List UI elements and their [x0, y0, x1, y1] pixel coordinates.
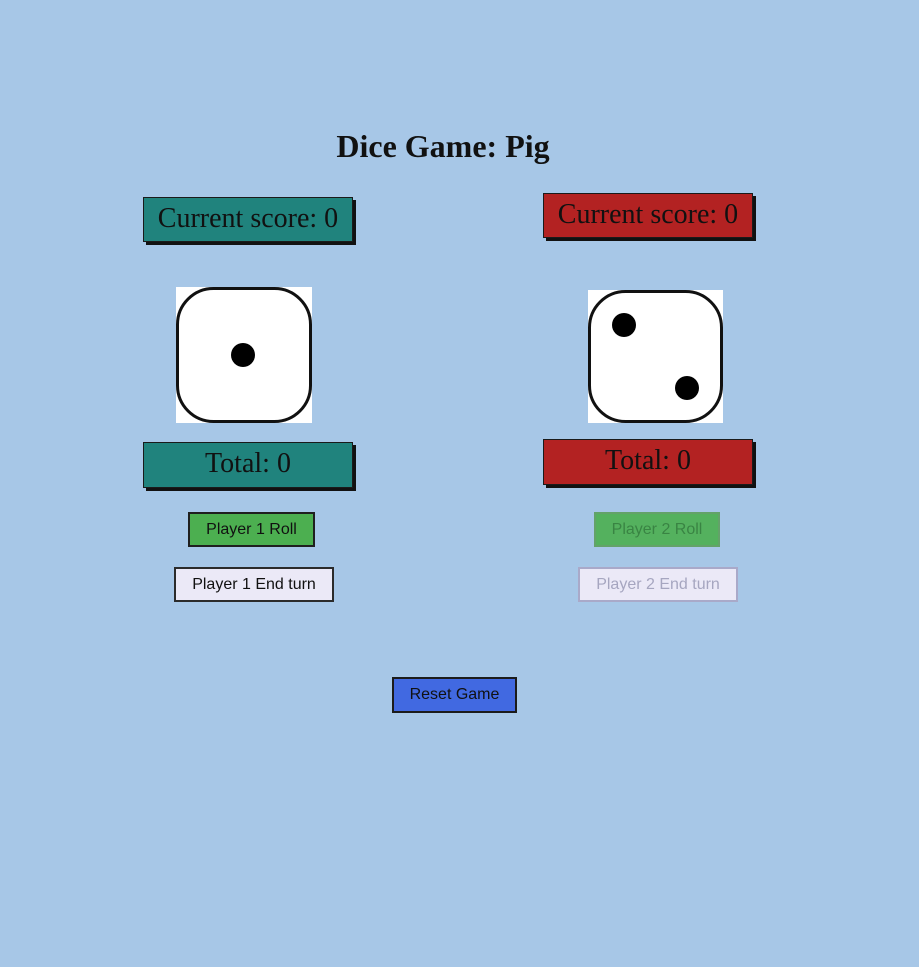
page-title: Dice Game: Pig [336, 128, 550, 164]
player2-die [588, 290, 723, 423]
player2-end-turn-button[interactable]: Player 2 End turn [578, 567, 738, 602]
die-face-two-icon [588, 290, 723, 423]
player1-die [176, 287, 312, 423]
player1-end-turn-button[interactable]: Player 1 End turn [174, 567, 334, 602]
player1-total: Total: 0 [143, 442, 353, 488]
reset-game-button[interactable]: Reset Game [392, 677, 517, 713]
player2-roll-button[interactable]: Player 2 Roll [594, 512, 720, 547]
player2-total: Total: 0 [543, 439, 753, 485]
player1-current-score: Current score: 0 [143, 197, 353, 242]
die-face-one-icon [176, 287, 312, 423]
player1-roll-button[interactable]: Player 1 Roll [188, 512, 315, 547]
player2-current-score: Current score: 0 [543, 193, 753, 238]
